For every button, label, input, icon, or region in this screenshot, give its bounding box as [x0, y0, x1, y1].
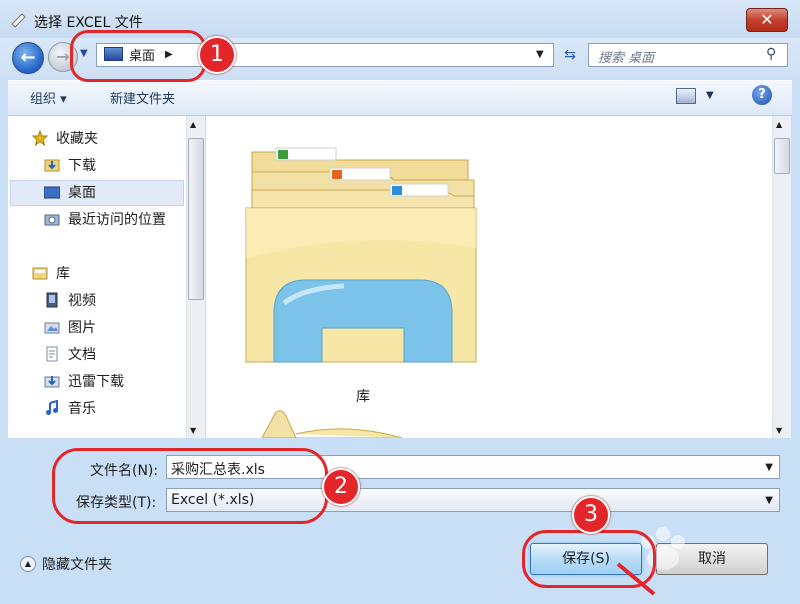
sidebar-item-label: 音乐 — [68, 401, 96, 417]
sidebar-item-music[interactable]: 音乐 — [44, 396, 96, 420]
annotation-step-1: 1 — [198, 36, 236, 74]
libraries-folder-icon[interactable] — [244, 138, 480, 368]
sidebar-item-label: 迅雷下载 — [68, 374, 124, 390]
download-folder-icon — [44, 157, 60, 173]
sidebar-item-label: 桌面 — [68, 185, 96, 201]
scroll-up-icon[interactable]: ▲ — [776, 120, 782, 129]
sidebar-item-recent[interactable]: 最近访问的位置 — [44, 207, 166, 231]
chevron-up-icon: ▲ — [20, 556, 36, 572]
sidebar-item-pictures[interactable]: 图片 — [44, 315, 96, 339]
star-icon — [31, 129, 49, 147]
view-options-dropdown-icon[interactable]: ▼ — [706, 90, 714, 101]
address-dropdown-icon[interactable]: ▼ — [536, 49, 544, 60]
sidebar-item-label: 下载 — [68, 158, 96, 174]
back-button[interactable]: ← — [12, 42, 44, 74]
content-scrollbar-thumb[interactable] — [774, 138, 790, 174]
documents-library-icon — [44, 346, 60, 362]
hide-folders-label: 隐藏文件夹 — [42, 557, 112, 573]
annotation-step-3: 3 — [572, 496, 610, 534]
pictures-library-icon — [44, 319, 60, 335]
organize-button[interactable]: 组织 ▾ — [30, 88, 67, 107]
thunder-download-icon — [44, 373, 60, 389]
new-folder-button[interactable]: 新建文件夹 — [110, 88, 175, 107]
search-icon[interactable]: ⚲ — [766, 46, 776, 62]
sidebar-item-thunder[interactable]: 迅雷下载 — [44, 369, 124, 393]
scroll-down-icon[interactable]: ▼ — [776, 426, 782, 435]
sidebar-libraries[interactable]: 库 — [32, 261, 70, 285]
sidebar-item-videos[interactable]: 视频 — [44, 288, 96, 312]
sidebar-item-desktop[interactable]: 桌面 — [43, 180, 96, 204]
video-library-icon — [44, 292, 60, 308]
window-title: 选择 EXCEL 文件 — [34, 15, 143, 31]
folder-icon[interactable] — [256, 408, 406, 438]
refresh-button[interactable]: ⇆ — [558, 43, 582, 67]
chevron-down-icon[interactable]: ▼ — [765, 462, 773, 473]
sidebar-scroll-up-icon[interactable]: ▲ — [190, 120, 196, 129]
help-button[interactable]: ? — [752, 85, 772, 105]
sidebar-item-label: 文档 — [68, 347, 96, 363]
recent-places-icon — [44, 211, 60, 227]
search-placeholder: 搜索 桌面 — [598, 51, 655, 66]
sidebar-item-label: 视频 — [68, 293, 96, 309]
sidebar-favorites-label: 收藏夹 — [56, 131, 98, 147]
annotation-step-2: 2 — [322, 468, 360, 506]
dialog-icon — [10, 12, 26, 28]
annotation-ring-address — [70, 30, 206, 82]
desktop-icon — [43, 184, 61, 200]
libraries-icon — [32, 265, 48, 281]
sidebar-scrollbar-thumb[interactable] — [188, 138, 204, 300]
sidebar-scroll-down-icon[interactable]: ▼ — [190, 426, 196, 435]
sidebar-favorites[interactable]: 收藏夹 — [31, 126, 98, 150]
music-library-icon — [44, 399, 60, 416]
hide-folders-toggle[interactable]: ▲ 隐藏文件夹 — [20, 554, 112, 574]
change-view-icon[interactable] — [676, 88, 696, 104]
close-button[interactable]: ✕ — [746, 8, 788, 32]
sidebar-item-downloads[interactable]: 下载 — [44, 153, 96, 177]
sidebar-libraries-label: 库 — [56, 266, 70, 282]
chevron-down-icon[interactable]: ▼ — [765, 495, 773, 506]
sidebar-item-label: 图片 — [68, 320, 96, 336]
sidebar-item-documents[interactable]: 文档 — [44, 342, 96, 366]
sidebar-item-label: 最近访问的位置 — [68, 212, 166, 228]
annotation-pointer — [614, 560, 664, 600]
file-item-label[interactable]: 库 — [356, 386, 370, 406]
selected-highlight — [10, 180, 184, 206]
annotation-ring-form — [52, 448, 328, 524]
